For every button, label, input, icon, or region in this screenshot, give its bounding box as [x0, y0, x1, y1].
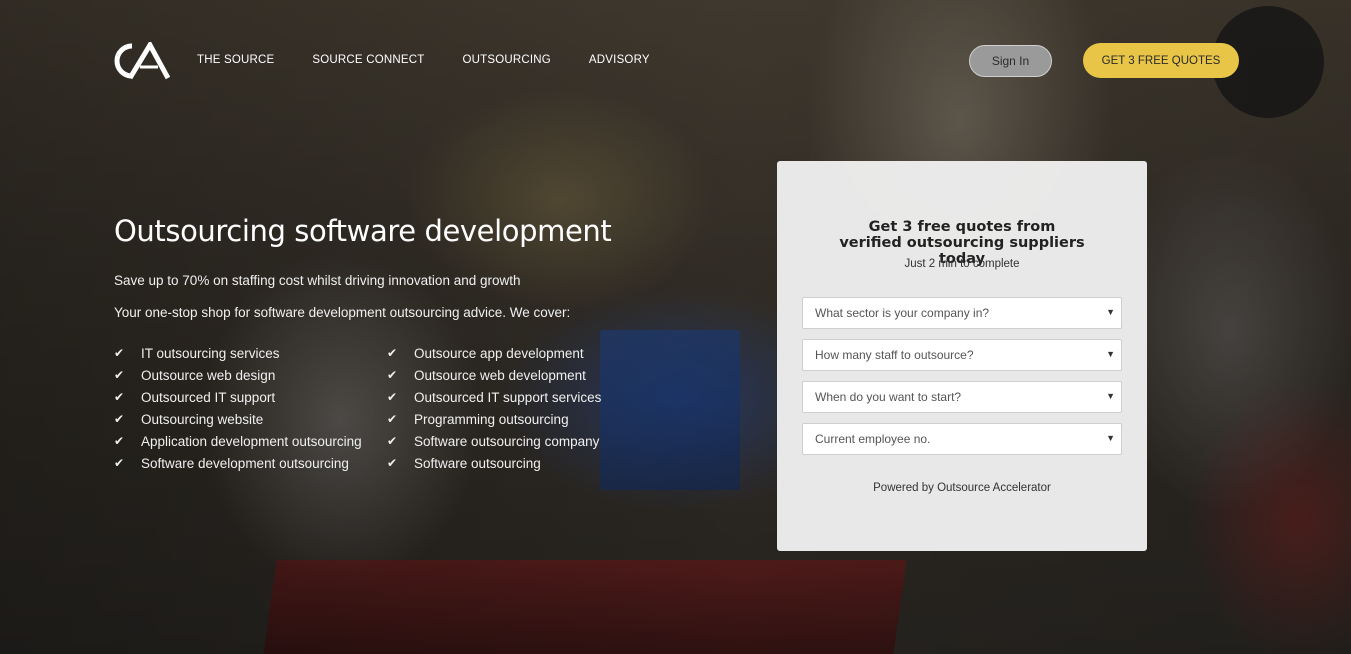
form-subtitle: Just 2 min to complete — [904, 258, 1020, 270]
feature-item: ✔ Outsource web development — [387, 367, 586, 383]
check-icon: ✔ — [114, 456, 125, 470]
employee-count-select[interactable]: Current employee no. ▼ — [802, 423, 1122, 455]
page-title: Outsourcing software development — [114, 214, 612, 248]
feature-item: ✔ Outsource web design — [114, 367, 276, 383]
quote-form-card: Get 3 free quotes from verified outsourc… — [777, 161, 1147, 551]
nav-item-outsourcing[interactable]: OUTSOURCING — [462, 54, 550, 66]
get-quotes-button[interactable]: GET 3 FREE QUOTES — [1083, 43, 1239, 78]
feature-item: ✔ IT outsourcing services — [114, 345, 280, 361]
check-icon: ✔ — [387, 346, 398, 360]
sector-select[interactable]: What sector is your company in? ▼ — [802, 297, 1122, 329]
feature-item: ✔ Application development outsourcing — [114, 433, 362, 449]
check-icon: ✔ — [387, 412, 398, 426]
nav-item-the-source[interactable]: THE SOURCE — [197, 54, 274, 66]
powered-by-text: Powered by Outsource Accelerator — [873, 482, 1051, 494]
feature-item: ✔ Software outsourcing company — [387, 433, 600, 449]
feature-item: ✔ Outsourced IT support services — [387, 389, 602, 405]
background-overlay — [0, 0, 1351, 654]
dropdown-arrow-icon: ▼ — [1106, 307, 1115, 317]
feature-item: ✔ Outsourced IT support — [114, 389, 276, 405]
logo-icon[interactable] — [112, 39, 171, 80]
feature-item: ✔ Software outsourcing — [387, 455, 541, 471]
nav-item-source-connect[interactable]: SOURCE CONNECT — [312, 54, 424, 66]
hero-subtitle: Save up to 70% on staffing cost whilst d… — [114, 273, 521, 288]
feature-item: ✔ Outsource app development — [387, 345, 584, 361]
feature-item: ✔ Programming outsourcing — [387, 411, 569, 427]
check-icon: ✔ — [387, 390, 398, 404]
staff-count-select[interactable]: How many staff to outsource? ▼ — [802, 339, 1122, 371]
check-icon: ✔ — [114, 412, 125, 426]
nav-item-advisory[interactable]: ADVISORY — [589, 54, 650, 66]
hero-intro: Your one-stop shop for software developm… — [114, 305, 571, 320]
check-icon: ✔ — [114, 390, 125, 404]
sign-in-button[interactable]: Sign In — [969, 45, 1052, 77]
check-icon: ✔ — [387, 456, 398, 470]
dropdown-arrow-icon: ▼ — [1106, 433, 1115, 443]
feature-item: ✔ Outsourcing website — [114, 411, 264, 427]
check-icon: ✔ — [114, 434, 125, 448]
feature-list: ✔ IT outsourcing services ✔ Outsource app … — [114, 344, 634, 472]
check-icon: ✔ — [114, 368, 125, 382]
feature-item: ✔ Software development outsourcing — [114, 455, 349, 471]
start-date-select[interactable]: When do you want to start? ▼ — [802, 381, 1122, 413]
check-icon: ✔ — [387, 368, 398, 382]
check-icon: ✔ — [114, 346, 125, 360]
dropdown-arrow-icon: ▼ — [1106, 349, 1115, 359]
main-nav: THE SOURCE SOURCE CONNECT OUTSOURCING AD… — [197, 54, 688, 66]
dropdown-arrow-icon: ▼ — [1106, 391, 1115, 401]
check-icon: ✔ — [387, 434, 398, 448]
